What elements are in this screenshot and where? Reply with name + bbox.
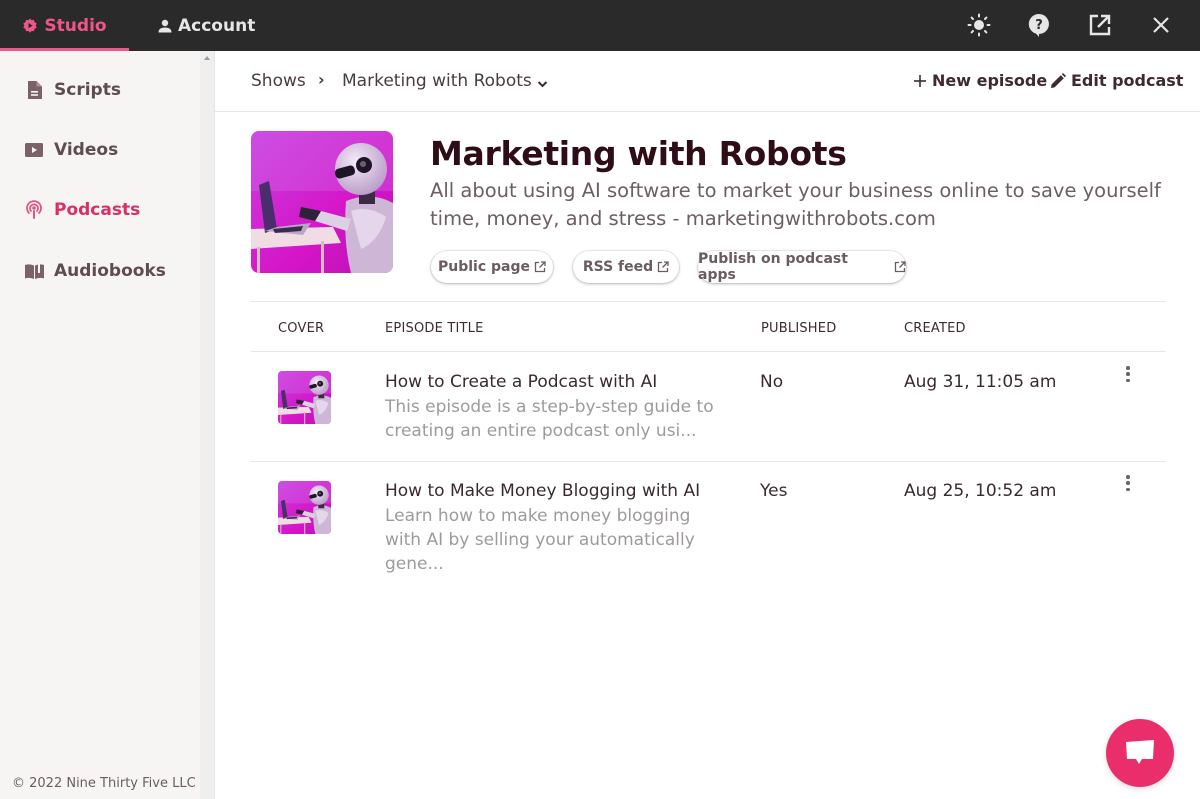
external-link-icon [657,261,669,273]
column-header-episode-title[interactable]: EPISODE TITLE [385,321,484,336]
tab-account[interactable]: Account [150,0,263,51]
chat-bubble-icon [1126,740,1154,764]
publish-podcast-apps-link[interactable]: Publish on podcast apps [698,251,906,283]
theme-toggle-button[interactable] [966,12,992,38]
episode-title[interactable]: How to Create a Podcast with AI [385,372,657,392]
episode-cover-thumbnail [278,371,331,424]
kebab-dot [1126,475,1130,479]
publish-podcast-apps-label: Publish on podcast apps [698,251,848,283]
breadcrumb-shows[interactable]: Shows [251,71,306,91]
table-row[interactable]: How to Create a Podcast with AI This epi… [251,352,1166,461]
table-row[interactable]: How to Make Money Blogging with AI Learn… [251,462,1166,592]
open-external-icon [1089,14,1111,36]
column-header-cover: COVER [278,321,325,336]
pencil-icon [1051,72,1066,88]
podcast-description: All about using AI software to market yo… [430,179,1161,230]
show-dropdown-button[interactable] [537,73,548,92]
breadcrumb-separator: › [318,70,325,89]
kebab-dot [1126,487,1130,491]
help-button[interactable]: ? [1026,12,1052,38]
sidebar-item-scripts[interactable]: Scripts [24,75,121,105]
new-episode-button[interactable]: New episode [913,71,1047,90]
episode-description: This episode is a step-by-step guide to … [385,397,714,441]
rss-feed-link[interactable]: RSS feed [573,251,679,283]
scroll-up-arrow[interactable] [204,56,210,60]
public-page-label: Public page [437,259,530,275]
copyright-text: © 2022 Nine Thirty Five LLC [12,776,196,791]
svg-text:?: ? [1035,18,1043,33]
episode-created-date: Aug 31, 11:05 am [904,372,1057,392]
episode-menu-button[interactable] [1123,365,1133,383]
book-icon [24,261,44,281]
external-link-icon [894,261,906,273]
tab-studio-label: Studio [44,15,107,36]
podcast-icon [24,200,44,220]
podcast-title: Marketing with Robots [430,134,847,173]
main-header: Shows › Marketing with Robots New episod… [215,51,1200,112]
episode-description: Learn how to make money blogging with AI… [385,506,695,574]
episode-cover-thumbnail [278,481,331,534]
sidebar-item-podcasts[interactable]: Podcasts [24,195,140,225]
public-page-link[interactable]: Public page [431,251,553,283]
new-episode-label: New episode [932,71,1048,90]
table-top-divider [251,301,1166,302]
column-header-published[interactable]: PUBLISHED [761,321,836,336]
tab-studio[interactable]: Studio [0,0,129,51]
close-button[interactable] [1148,12,1174,38]
external-link-icon [534,261,546,273]
tab-account-label: Account [178,15,256,36]
episode-title[interactable]: How to Make Money Blogging with AI [385,481,700,501]
user-icon [158,19,172,32]
episode-menu-button[interactable] [1123,474,1133,492]
chat-support-button[interactable] [1106,719,1174,787]
podcast-cover-image [251,131,393,273]
sidebar-item-videos[interactable]: Videos [24,135,118,165]
breadcrumb-current-show[interactable]: Marketing with Robots [342,71,532,91]
plus-icon [914,74,926,87]
close-icon [1153,17,1169,33]
studio-gear-icon [23,18,38,33]
rss-feed-label: RSS feed [582,259,654,275]
sidebar: Scripts Videos Podcasts Audiobooks © 202… [0,51,200,799]
column-header-created[interactable]: CREATED [904,321,966,336]
open-external-button[interactable] [1087,12,1113,38]
sidebar-item-label: Videos [54,140,119,160]
episode-created-date: Aug 25, 10:52 am [904,481,1057,501]
episode-published-status: No [760,372,784,392]
kebab-dot [1126,481,1130,485]
sidebar-item-label: Podcasts [54,200,141,220]
edit-podcast-button[interactable]: Edit podcast [1050,71,1183,90]
kebab-dot [1126,372,1130,376]
sidebar-item-label: Scripts [54,80,121,100]
sidebar-item-label: Audiobooks [54,261,166,281]
document-icon [24,80,44,100]
kebab-dot [1126,378,1130,382]
sun-icon [967,13,991,37]
episode-published-status: Yes [760,481,788,501]
sidebar-scrollbar[interactable] [200,51,215,799]
top-bar: Studio Account ? [0,0,1200,51]
sidebar-item-audiobooks[interactable]: Audiobooks [24,256,166,286]
kebab-dot [1126,366,1130,370]
chevron-down-icon [537,81,548,88]
edit-podcast-label: Edit podcast [1071,71,1184,90]
video-icon [24,140,44,160]
help-icon: ? [1028,13,1049,37]
